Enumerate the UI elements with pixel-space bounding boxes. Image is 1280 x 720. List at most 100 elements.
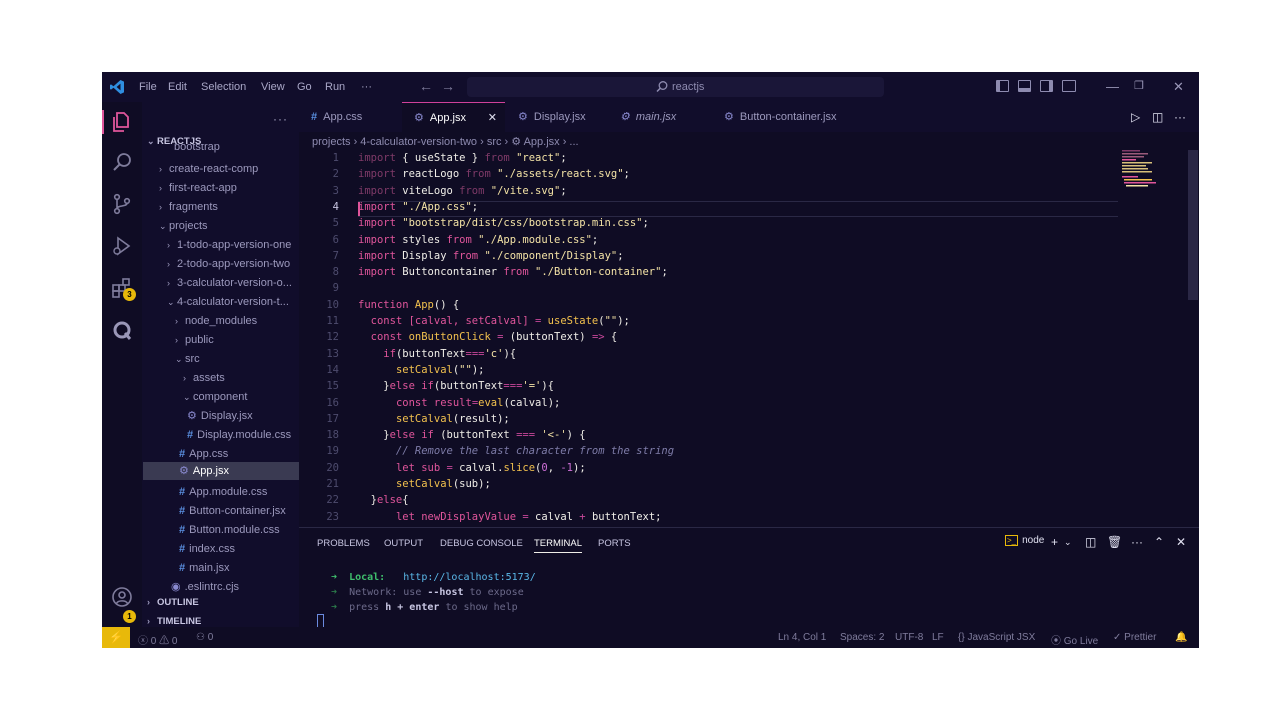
menu-edit[interactable]: Edit: [168, 81, 187, 93]
search-view-icon[interactable]: [110, 150, 134, 174]
code-line[interactable]: import viteLogo from "/vite.svg";: [358, 183, 567, 199]
encoding[interactable]: UTF-8: [895, 632, 923, 643]
code-line[interactable]: // Remove the last character from the st…: [358, 443, 674, 459]
go-live-button[interactable]: ⦿ Go Live: [1051, 632, 1098, 647]
menu-run[interactable]: Run: [325, 81, 345, 93]
code-line[interactable]: setCalval(result);: [358, 411, 510, 427]
explorer-more-actions[interactable]: ···: [273, 112, 288, 126]
toggle-primary-sidebar-icon[interactable]: [996, 80, 1009, 92]
new-terminal-plus-icon[interactable]: +: [1051, 535, 1058, 549]
tree-folder[interactable]: ⌄ 4-calculator-version-t...: [167, 293, 289, 311]
remote-indicator-icon[interactable]: ⚡: [102, 627, 130, 648]
forward-arrow-icon[interactable]: →: [441, 78, 455, 94]
tree-folder[interactable]: ⌄ src: [175, 350, 200, 368]
tab-main-jsx[interactable]: ⚙ main.jsx: [620, 102, 720, 132]
tree-folder[interactable]: › create-react-comp: [159, 160, 258, 178]
remote-explorer-icon[interactable]: [110, 318, 134, 342]
tree-file[interactable]: ⚙ Display.jsx: [187, 407, 253, 425]
more-actions-icon[interactable]: ···: [1174, 110, 1186, 124]
run-icon[interactable]: ▷: [1131, 110, 1140, 124]
terminal-node-selector[interactable]: >_ node: [1005, 535, 1044, 546]
tree-file[interactable]: # Button.module.css: [179, 521, 280, 539]
menu-go[interactable]: Go: [297, 81, 312, 93]
back-arrow-icon[interactable]: ←: [419, 78, 433, 94]
tree-folder-bootstrap[interactable]: bootstrap: [174, 144, 220, 154]
menu-file[interactable]: File: [139, 81, 157, 93]
tab-app-css[interactable]: # App.css: [311, 102, 401, 132]
tree-folder[interactable]: › 3-calculator-version-o...: [167, 274, 292, 292]
chevron-down-icon[interactable]: ⌄: [1064, 537, 1072, 548]
notifications-bell-icon[interactable]: 🔔: [1175, 632, 1187, 643]
customize-layout-icon[interactable]: [1062, 80, 1076, 92]
panel-tab-ports[interactable]: PORTS: [598, 538, 631, 549]
minimap[interactable]: [1120, 150, 1190, 190]
tree-folder[interactable]: › 2-todo-app-version-two: [167, 255, 290, 273]
restore-icon[interactable]: ❐: [1134, 79, 1144, 92]
indentation[interactable]: Spaces: 2: [840, 632, 884, 643]
outline-section[interactable]: › OUTLINE: [147, 597, 199, 608]
code-line[interactable]: let newDisplayValue = calval + buttonTex…: [358, 509, 662, 525]
tree-folder[interactable]: ⌄ component: [183, 388, 247, 406]
tree-file[interactable]: # Button-container.jsx: [179, 502, 286, 520]
timeline-section[interactable]: › TIMELINE: [147, 616, 201, 627]
code-editor[interactable]: 1 import { useState } from "react"; 2 impo…: [299, 150, 1129, 526]
code-line[interactable]: const [calval, setCalval] = useState("")…: [358, 313, 630, 329]
tree-file-selected[interactable]: ⚙ App.jsx: [143, 462, 299, 480]
split-terminal-icon[interactable]: ◫: [1085, 535, 1096, 549]
code-line[interactable]: import Display from "./component/Display…: [358, 248, 624, 264]
menu-view[interactable]: View: [261, 81, 285, 93]
prettier-button[interactable]: ✓ Prettier: [1113, 632, 1156, 643]
code-line[interactable]: import Buttoncontainer from "./Button-co…: [358, 264, 668, 280]
more-actions-icon[interactable]: ···: [1131, 535, 1143, 549]
code-line[interactable]: const onButtonClick = (buttonText) => {: [358, 329, 618, 345]
code-line[interactable]: import reactLogo from "./assets/react.sv…: [358, 166, 630, 182]
code-line[interactable]: }else if (buttonText === '<-') {: [358, 427, 585, 443]
run-debug-icon[interactable]: [110, 234, 134, 258]
cursor-position[interactable]: Ln 4, Col 1: [778, 632, 826, 643]
tree-folder[interactable]: › fragments: [159, 198, 218, 216]
maximize-panel-icon[interactable]: ⌃: [1154, 535, 1164, 549]
tree-folder[interactable]: › assets: [183, 369, 225, 387]
code-line[interactable]: import "./App.css";: [358, 199, 478, 215]
tree-folder[interactable]: ⌄ projects: [159, 217, 208, 235]
close-tab-icon[interactable]: ✕: [488, 103, 497, 133]
language-mode[interactable]: {} JavaScript JSX: [958, 632, 1035, 643]
code-line[interactable]: let sub = calval.slice(0, -1);: [358, 460, 586, 476]
command-center-search[interactable]: reactjs: [467, 77, 884, 97]
code-line[interactable]: setCalval("");: [358, 362, 485, 378]
ports-indicator[interactable]: ⚇ 0: [196, 632, 213, 643]
tree-file[interactable]: # Display.module.css: [187, 426, 291, 444]
panel-tab-problems[interactable]: PROBLEMS: [317, 538, 370, 549]
tree-folder[interactable]: › first-react-app: [159, 179, 237, 197]
close-window-icon[interactable]: ✕: [1173, 79, 1184, 95]
problems-indicator[interactable]: ⓧ 0 ⚠ 0: [138, 632, 177, 647]
account-icon[interactable]: [110, 585, 134, 609]
code-line[interactable]: }else{: [358, 492, 409, 508]
code-line[interactable]: setCalval(sub);: [358, 476, 491, 492]
code-line[interactable]: if(buttonText==='c'){: [358, 346, 516, 362]
toggle-secondary-sidebar-icon[interactable]: [1040, 80, 1053, 92]
tree-file[interactable]: ◉ .eslintrc.cjs: [171, 578, 239, 596]
code-line[interactable]: import styles from "./App.module.css";: [358, 232, 598, 248]
code-line[interactable]: }else if(buttonText==='='){: [358, 378, 554, 394]
source-control-icon[interactable]: [110, 192, 134, 216]
tree-file[interactable]: # main.jsx: [179, 559, 229, 577]
panel-tab-output[interactable]: OUTPUT: [384, 538, 423, 549]
code-line[interactable]: import { useState } from "react";: [358, 150, 567, 166]
menu-selection[interactable]: Selection: [201, 81, 246, 93]
tree-folder[interactable]: › node_modules: [175, 312, 257, 330]
tree-folder[interactable]: › public: [175, 331, 214, 349]
explorer-icon[interactable]: [110, 110, 134, 134]
tab-display-jsx[interactable]: ⚙ Display.jsx: [518, 102, 618, 132]
close-panel-icon[interactable]: ✕: [1176, 535, 1186, 549]
editor-scrollbar[interactable]: [1188, 150, 1198, 300]
panel-tab-debug-console[interactable]: DEBUG CONSOLE: [440, 538, 523, 549]
menu-more[interactable]: ···: [361, 81, 372, 93]
minimize-icon[interactable]: —: [1106, 79, 1119, 94]
code-line[interactable]: function App() {: [358, 297, 459, 313]
trash-icon[interactable]: 🗑: [1107, 535, 1122, 549]
tab-app-jsx[interactable]: ⚙ App.jsx ✕: [402, 102, 505, 132]
end-of-line[interactable]: LF: [932, 632, 944, 643]
split-editor-icon[interactable]: ◫: [1152, 110, 1163, 124]
tab-button-container-jsx[interactable]: ⚙ Button-container.jsx: [724, 102, 864, 132]
